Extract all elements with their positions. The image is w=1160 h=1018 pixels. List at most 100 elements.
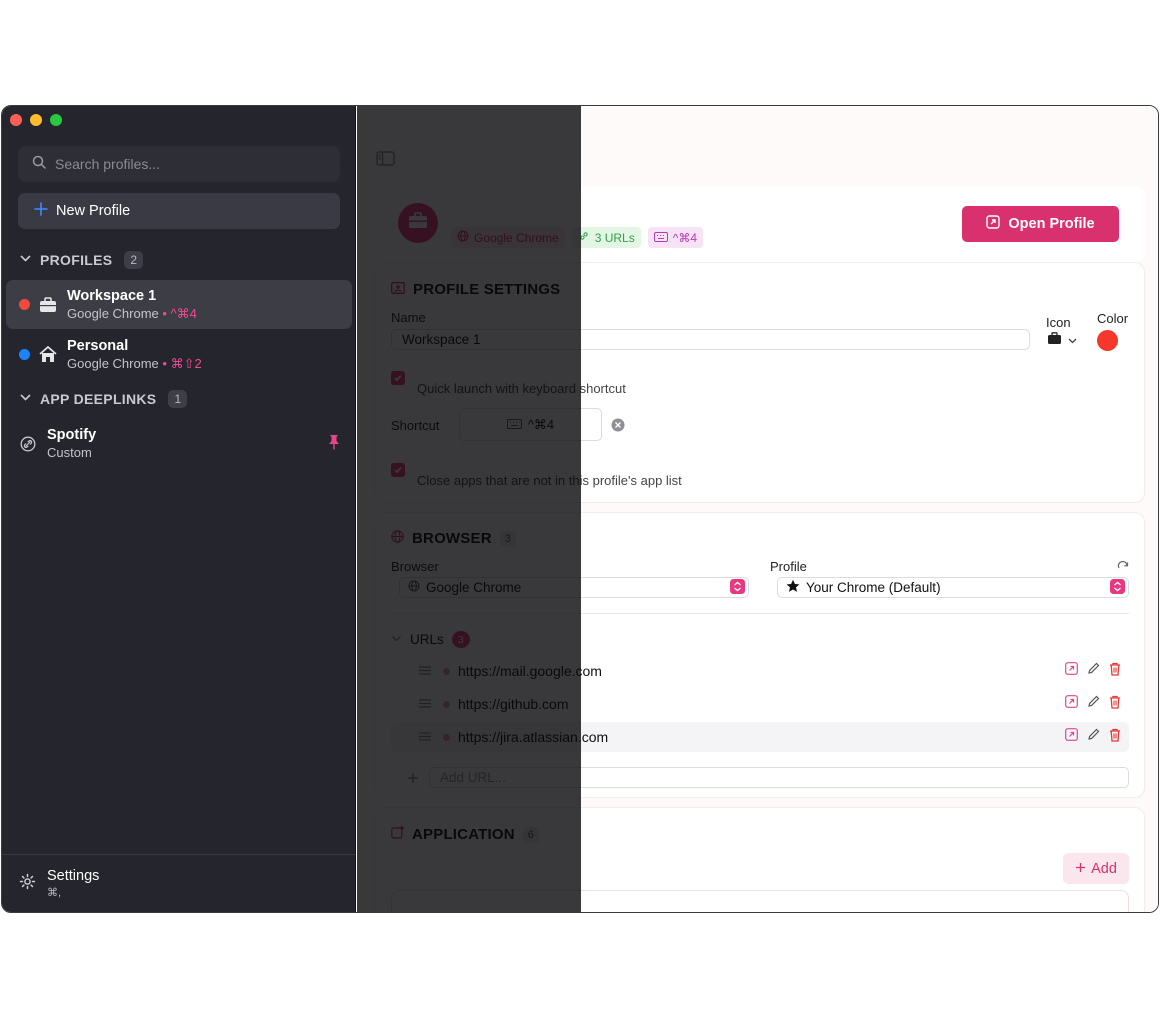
urls-count: 3: [451, 631, 470, 648]
browser-profile-label: Profile: [770, 559, 807, 574]
search-icon: [32, 155, 46, 174]
search-box[interactable]: [18, 146, 340, 182]
color-swatch[interactable]: [1097, 330, 1118, 351]
clear-shortcut-icon[interactable]: [611, 418, 625, 437]
chevron-down-icon: [19, 252, 32, 268]
open-url-icon[interactable]: [1065, 728, 1078, 746]
quit-apps-desc: Close apps that are not in this profile'…: [417, 473, 682, 488]
urls-pill: 3 URLs: [571, 227, 641, 248]
browser-count: 3: [499, 530, 517, 547]
url-text: https://github.com: [458, 696, 569, 712]
url-text: https://jira.atlassian.com: [458, 729, 609, 745]
icon-label: Icon: [1046, 315, 1071, 330]
url-bullet: [443, 667, 450, 675]
profile-name: Personal: [67, 337, 129, 354]
open-url-icon[interactable]: [1065, 695, 1078, 713]
profiles-heading: PROFILES: [40, 252, 113, 268]
browser-select[interactable]: Google Chrome: [399, 577, 749, 598]
trash-icon[interactable]: [1109, 728, 1121, 747]
quit-apps-checkbox[interactable]: [391, 463, 405, 477]
refresh-icon[interactable]: [1117, 560, 1129, 578]
settings-button[interactable]: Settings ⌘,: [2, 854, 356, 912]
profile-item-workspace-1[interactable]: Workspace 1 Google Chrome • ^⌘4: [6, 280, 352, 329]
chevron-down-icon: [1068, 332, 1077, 350]
chevron-down-icon: [19, 391, 32, 407]
drag-handle-icon[interactable]: [419, 728, 431, 746]
profile-settings-card: PROFILE SETTINGS Name Workspace 1 Icon C…: [374, 262, 1145, 503]
new-profile-label: New Profile: [56, 203, 131, 219]
name-label: Name: [391, 310, 426, 325]
edit-icon[interactable]: [1087, 695, 1100, 713]
globe-icon: [391, 530, 404, 547]
search-input[interactable]: [55, 156, 315, 172]
link-icon: [578, 230, 590, 245]
open-external-icon: [986, 215, 1001, 233]
keyboard-icon: [653, 231, 668, 245]
profile-hotkey: ⌘⇧2: [170, 355, 202, 371]
trash-icon[interactable]: [1109, 695, 1121, 714]
profile-settings-heading: PROFILE SETTINGS: [391, 281, 560, 298]
application-card: APPLICATION 6 Add: [374, 807, 1145, 912]
gear-icon: [19, 873, 36, 895]
new-profile-button[interactable]: New Profile: [18, 193, 340, 229]
browser-profile-select[interactable]: Your Chrome (Default): [777, 577, 1129, 598]
sidebar-toggle-icon[interactable]: [376, 151, 395, 171]
zoom-window-button[interactable]: [50, 114, 62, 126]
profiles-count: 2: [124, 251, 144, 269]
plus-icon: [1075, 861, 1086, 877]
url-row: https://mail.google.com: [391, 656, 1129, 686]
deeplinks-section-toggle[interactable]: APP DEEPLINKS 1: [19, 390, 188, 408]
briefcase-icon: [38, 296, 58, 313]
url-row: https://jira.atlassian.com: [391, 722, 1129, 752]
urls-toggle[interactable]: URLs 3: [391, 631, 470, 648]
profile-item-personal[interactable]: Personal Google Chrome • ⌘⇧2: [6, 330, 352, 379]
application-count: 6: [522, 826, 540, 843]
color-label: Color: [1097, 311, 1129, 326]
add-url-plus-icon[interactable]: [407, 771, 419, 789]
icon-picker[interactable]: [1047, 332, 1077, 350]
select-stepper-icon: [730, 578, 745, 597]
profile-color-dot: [19, 299, 30, 310]
deeplink-name: Spotify: [47, 427, 97, 443]
app-window-icon: [391, 826, 404, 843]
minimize-window-button[interactable]: [30, 114, 42, 126]
star-icon: [786, 579, 800, 596]
drag-handle-icon[interactable]: [419, 695, 431, 713]
profile-browser: Google Chrome: [67, 305, 159, 321]
house-icon: [38, 346, 58, 363]
app-window: New Profile PROFILES 2 Workspace 1 Googl…: [1, 105, 1159, 913]
keyboard-icon: [506, 417, 522, 432]
deeplink-item-spotify[interactable]: Spotify Custom: [6, 419, 352, 468]
close-window-button[interactable]: [10, 114, 22, 126]
sidebar: New Profile PROFILES 2 Workspace 1 Googl…: [2, 106, 356, 912]
url-bullet: [443, 700, 450, 708]
drag-handle-icon[interactable]: [419, 662, 431, 680]
select-stepper-icon: [1110, 578, 1125, 597]
link-icon: [18, 436, 38, 452]
main-content: Workspace 1 Google Chrome 3 URLs ^⌘4 Ope…: [357, 106, 1158, 912]
add-url-input[interactable]: Add URL...: [429, 767, 1129, 788]
pin-icon[interactable]: [328, 434, 340, 455]
add-application-button[interactable]: Add: [1063, 853, 1129, 884]
name-field[interactable]: Workspace 1: [391, 329, 1030, 350]
briefcase-icon: [1047, 332, 1062, 350]
browser-label: Browser: [391, 559, 439, 574]
deeplinks-count: 1: [168, 390, 188, 408]
open-url-icon[interactable]: [1065, 662, 1078, 680]
enable-hotkey-title: Enable Hotkey: [417, 363, 511, 378]
settings-label: Settings: [47, 868, 100, 884]
profile-browser: Google Chrome: [67, 355, 159, 371]
profile-hotkey: ^⌘4: [170, 305, 197, 321]
url-bullet: [443, 733, 450, 741]
trash-icon[interactable]: [1109, 662, 1121, 681]
shortcut-recorder[interactable]: ^⌘4: [459, 408, 602, 441]
url-row: https://github.com: [391, 689, 1129, 719]
profiles-section-toggle[interactable]: PROFILES 2: [19, 251, 144, 269]
application-list: [391, 890, 1129, 912]
edit-icon[interactable]: [1087, 728, 1100, 746]
browser-card: BROWSER 3 Browser Google Chrome Profile …: [374, 512, 1145, 798]
open-profile-button[interactable]: Open Profile: [962, 206, 1119, 242]
edit-icon[interactable]: [1087, 662, 1100, 680]
chevron-down-icon: [391, 632, 402, 647]
enable-hotkey-checkbox[interactable]: [391, 371, 405, 385]
